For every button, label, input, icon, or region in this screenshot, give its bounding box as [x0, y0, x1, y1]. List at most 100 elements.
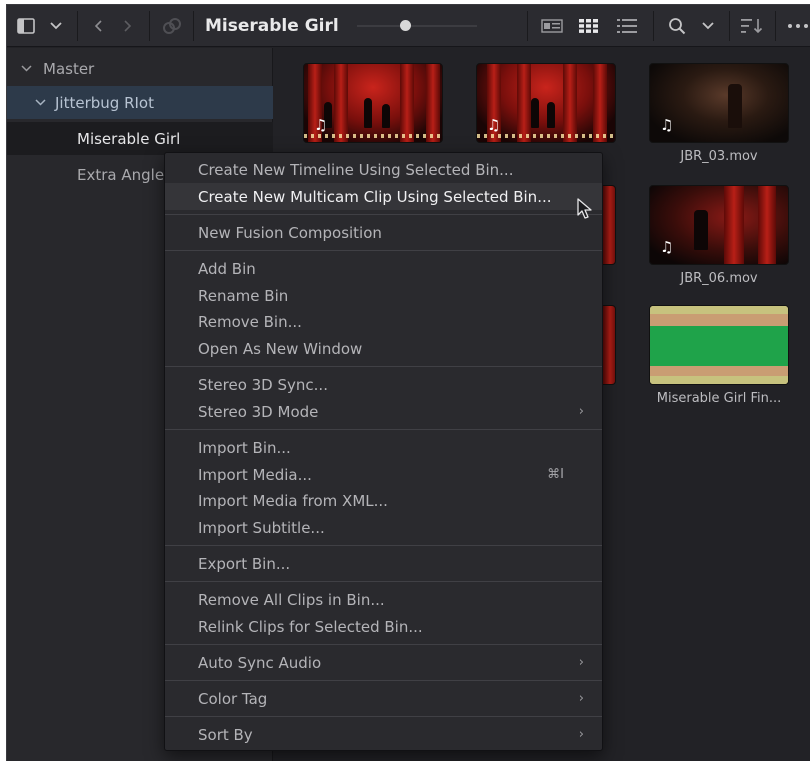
menu-item-new-fusion-composition[interactable]: New Fusion Composition [165, 219, 602, 246]
menu-item-label: Export Bin... [198, 554, 291, 573]
menu-separator [165, 545, 602, 546]
clip-thumbnail[interactable]: ♫ JBR_06.mov [649, 185, 789, 286]
chevron-down-icon[interactable] [19, 62, 33, 75]
menu-separator [165, 429, 602, 430]
menu-item-label: Add Bin [198, 259, 256, 278]
menu-item-export-bin[interactable]: Export Bin... [165, 550, 602, 577]
menu-item-label: Remove Bin... [198, 312, 302, 331]
bin-miserable-girl[interactable]: Miserable Girl [7, 122, 273, 155]
audio-clip-icon: ♫ [660, 238, 674, 256]
toolbar-divider [653, 11, 654, 41]
menu-item-label: Stereo 3D Sync... [198, 375, 328, 394]
menu-separator [165, 644, 602, 645]
menu-item-label: Import Media... [198, 465, 312, 484]
menu-item-create-new-multicam-clip[interactable]: Create New Multicam Clip Using Selected … [165, 183, 602, 210]
toolbar-divider [149, 11, 150, 41]
clip-name: JBR_06.mov [680, 271, 758, 286]
back-icon[interactable] [89, 5, 109, 47]
menu-item-label: Relink Clips for Selected Bin... [198, 617, 423, 636]
toolbar-divider [775, 11, 776, 41]
sort-icon[interactable] [739, 5, 765, 47]
zoom-slider-track[interactable] [357, 25, 477, 27]
menu-item-label: Color Tag [198, 689, 268, 708]
submenu-arrow-icon: › [578, 404, 584, 419]
menu-item-remove-all-clips[interactable]: Remove All Clips in Bin... [165, 586, 602, 613]
chevron-down-icon[interactable] [33, 96, 47, 109]
clip-preview: ♫ [303, 63, 443, 143]
bin-context-menu: Create New Timeline Using Selected Bin..… [164, 152, 603, 751]
zoom-slider-handle[interactable] [400, 20, 411, 31]
menu-item-remove-bin[interactable]: Remove Bin... [165, 308, 602, 335]
toolbar-divider [193, 11, 194, 41]
clip-thumbnail[interactable]: Miserable Girl Fin... [649, 305, 789, 406]
toolbar-divider [527, 11, 528, 41]
bin-label: Master [43, 59, 95, 78]
mouse-pointer-icon [577, 198, 592, 219]
menu-separator [165, 680, 602, 681]
menu-item-label: Import Subtitle... [198, 518, 325, 537]
submenu-arrow-icon: › [578, 727, 584, 742]
menu-item-stereo-3d-sync[interactable]: Stereo 3D Sync... [165, 371, 602, 398]
clip-preview: ♫ [649, 63, 789, 143]
menu-item-label: Rename Bin [198, 286, 289, 305]
clip-thumbnail[interactable]: ♫ [303, 63, 443, 143]
menu-item-label: Create New Multicam Clip Using Selected … [198, 187, 552, 206]
menu-item-color-tag[interactable]: Color Tag › [165, 685, 602, 712]
bin-jitterbug-riot[interactable]: Jitterbug RIot [7, 86, 273, 119]
clip-preview: ♫ [649, 185, 789, 265]
menu-item-stereo-3d-mode[interactable]: Stereo 3D Mode › [165, 398, 602, 425]
list-view-icon[interactable] [615, 5, 639, 47]
submenu-arrow-icon: › [578, 691, 584, 706]
menu-item-create-new-timeline[interactable]: Create New Timeline Using Selected Bin..… [165, 156, 602, 183]
metadata-view-icon[interactable] [539, 5, 565, 47]
search-icon[interactable] [665, 5, 689, 47]
menu-item-shortcut: ⌘I [547, 467, 564, 482]
clip-name: JBR_03.mov [680, 149, 758, 164]
menu-item-sort-by[interactable]: Sort By › [165, 721, 602, 748]
audio-clip-icon: ♫ [314, 116, 328, 134]
bin-label: Extra Angle [77, 165, 165, 184]
menu-item-label: Open As New Window [198, 339, 363, 358]
clip-preview [649, 305, 789, 385]
chevron-down-icon[interactable] [699, 5, 717, 47]
media-pool-toolbar: Miserable Girl [7, 5, 810, 47]
bin-master[interactable]: Master [7, 52, 273, 85]
more-icon[interactable] [785, 5, 810, 47]
menu-item-rename-bin[interactable]: Rename Bin [165, 282, 602, 309]
menu-separator [165, 214, 602, 215]
menu-item-label: Import Bin... [198, 438, 291, 457]
toolbar-divider [77, 11, 78, 41]
menu-item-label: New Fusion Composition [198, 223, 382, 242]
menu-separator [165, 250, 602, 251]
clip-preview: ♫ [476, 63, 616, 143]
chevron-down-icon[interactable] [47, 5, 65, 47]
menu-item-open-as-new-window[interactable]: Open As New Window [165, 335, 602, 362]
menu-item-import-bin[interactable]: Import Bin... [165, 434, 602, 461]
menu-separator [165, 716, 602, 717]
menu-separator [165, 581, 602, 582]
menu-item-label: Remove All Clips in Bin... [198, 590, 385, 609]
clip-name: Miserable Girl Fin... [656, 391, 782, 406]
media-pool-window: Miserable Girl Master Jitterbug RIot Mis… [6, 4, 810, 761]
menu-item-label: Auto Sync Audio [198, 653, 322, 672]
thumbnail-view-icon[interactable] [577, 5, 601, 47]
link-icon[interactable] [159, 5, 185, 47]
menu-item-label: Sort By [198, 725, 253, 744]
submenu-arrow-icon: › [578, 655, 584, 670]
menu-item-label: Stereo 3D Mode [198, 402, 319, 421]
sidebar-toggle-icon[interactable] [15, 5, 37, 47]
menu-item-add-bin[interactable]: Add Bin [165, 255, 602, 282]
menu-item-import-media[interactable]: Import Media... ⌘I [165, 461, 602, 488]
menu-item-auto-sync-audio[interactable]: Auto Sync Audio › [165, 649, 602, 676]
bin-title: Miserable Girl [205, 16, 339, 36]
menu-item-relink-clips[interactable]: Relink Clips for Selected Bin... [165, 613, 602, 640]
forward-icon[interactable] [117, 5, 137, 47]
menu-separator [165, 366, 602, 367]
toolbar-divider [729, 11, 730, 41]
menu-item-import-media-from-xml[interactable]: Import Media from XML... [165, 487, 602, 514]
audio-clip-icon: ♫ [660, 116, 674, 134]
menu-item-label: Create New Timeline Using Selected Bin..… [198, 160, 514, 179]
menu-item-import-subtitle[interactable]: Import Subtitle... [165, 514, 602, 541]
clip-thumbnail[interactable]: ♫ JBR_03.mov [649, 63, 789, 164]
clip-thumbnail[interactable]: ♫ [476, 63, 616, 143]
